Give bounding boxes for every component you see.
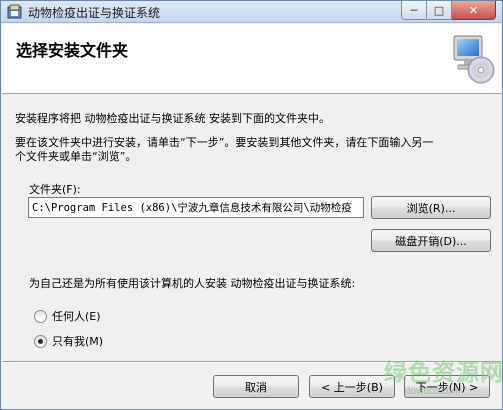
minimize-button[interactable]: ─ bbox=[401, 1, 427, 20]
install-intro-text: 安装程序将把 动物检疫出证与换证系统 安装到下面的文件夹中。 bbox=[15, 112, 330, 125]
radio-just-me[interactable]: 只有我(M) bbox=[34, 333, 103, 349]
back-button[interactable]: < 上一步(B) bbox=[309, 375, 395, 398]
browse-button[interactable]: 浏览(R)... bbox=[371, 196, 491, 219]
folder-path-input[interactable]: C:\Program Files (x86)\宁波九章信息技术有限公司\动物检疫 bbox=[28, 197, 364, 218]
title-bar[interactable]: 动物检疫出证与换证系统 ─ □ ✕ bbox=[1, 1, 502, 23]
watermark-url: downcc.com bbox=[405, 386, 461, 397]
cancel-button[interactable]: 取消 bbox=[213, 375, 299, 398]
radio-everyone-circle[interactable] bbox=[34, 309, 47, 323]
radio-everyone[interactable]: 任何人(E) bbox=[34, 308, 101, 324]
caption-buttons: ─ □ ✕ bbox=[401, 1, 496, 20]
disk-cost-button[interactable]: 磁盘开销(D)... bbox=[371, 229, 491, 252]
close-button[interactable]: ✕ bbox=[452, 1, 496, 20]
folder-label: 文件夹(F): bbox=[29, 183, 81, 196]
header-panel: 选择安装文件夹 bbox=[2, 24, 501, 94]
maximize-button[interactable]: □ bbox=[427, 1, 452, 20]
minimize-icon: ─ bbox=[410, 3, 418, 17]
radio-just-me-circle[interactable] bbox=[34, 334, 47, 348]
maximize-icon: □ bbox=[433, 3, 445, 17]
close-icon: ✕ bbox=[468, 3, 479, 17]
window-title: 动物检疫出证与换证系统 bbox=[28, 6, 161, 20]
page-title: 选择安装文件夹 bbox=[16, 41, 129, 60]
install-scope-question: 为自己还是为所有使用该计算机的人安装 动物检疫出证与换证系统: bbox=[29, 277, 356, 290]
installer-app-icon bbox=[7, 4, 23, 20]
computer-cd-icon bbox=[446, 32, 496, 88]
radio-everyone-label: 任何人(E) bbox=[52, 310, 101, 323]
instruction-text-line2: 个文件夹或单击“浏览”。 bbox=[15, 150, 137, 163]
installer-window: 动物检疫出证与换证系统 ─ □ ✕ 选择安装文件夹 安装程序将把 动物检疫出证与… bbox=[0, 0, 503, 410]
radio-just-me-label: 只有我(M) bbox=[52, 335, 104, 348]
